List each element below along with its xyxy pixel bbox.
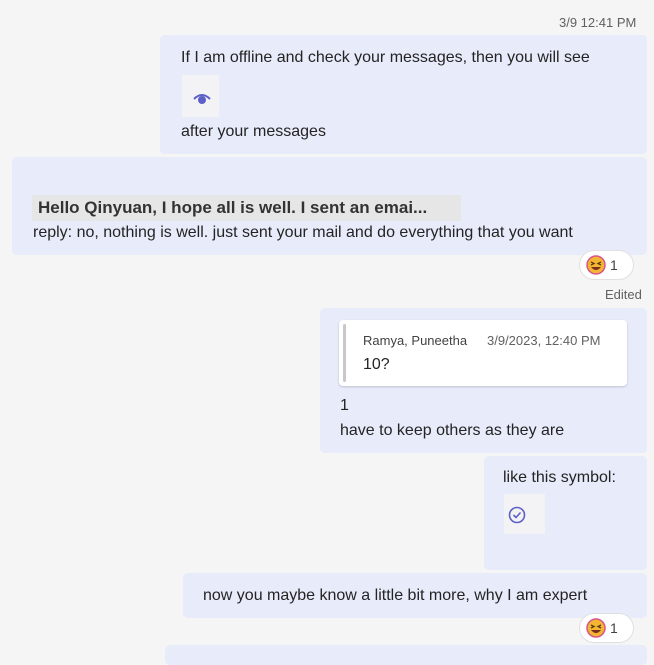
message-timestamp: 3/9 12:41 PM xyxy=(559,15,637,30)
message-text: after your messages xyxy=(181,123,326,140)
message-text: 1 xyxy=(340,397,349,414)
inline-image[interactable] xyxy=(182,75,219,117)
chat-message-bubble[interactable]: like this symbol: xyxy=(484,456,647,570)
quote-author: Ramya, Puneetha xyxy=(363,333,468,348)
chat-message-bubble[interactable]: Hello Qinyuan, I hope all is well. I sen… xyxy=(12,157,647,255)
pasted-screenshot-snippet: Hello Qinyuan, I hope all is well. I sen… xyxy=(32,195,461,221)
message-text: If I am offline and check your messages,… xyxy=(181,49,590,66)
inline-image[interactable] xyxy=(504,494,545,534)
quote-text: 10? xyxy=(363,356,390,373)
message-status: Edited xyxy=(605,287,642,302)
chat-message-bubble[interactable]: Ramya, Puneetha 3/9/2023, 12:40 PM 10? 1… xyxy=(320,308,647,453)
quoted-message[interactable]: Ramya, Puneetha 3/9/2023, 12:40 PM 10? xyxy=(339,320,627,386)
reaction-count: 1 xyxy=(610,257,618,273)
reaction-pill[interactable]: 1 xyxy=(579,250,634,280)
reaction-pill[interactable]: 1 xyxy=(579,613,634,643)
chat-message-bubble[interactable]: If I am offline and check your messages,… xyxy=(160,35,647,154)
laughing-emoji-icon xyxy=(586,618,606,638)
quote-bar xyxy=(343,324,346,382)
check-circle-icon xyxy=(508,506,526,524)
message-text: now you maybe know a little bit more, wh… xyxy=(203,587,588,604)
chat-message-bubble[interactable] xyxy=(165,645,647,665)
quote-timestamp: 3/9/2023, 12:40 PM xyxy=(487,333,601,348)
reaction-count: 1 xyxy=(610,620,618,636)
eye-icon xyxy=(193,94,211,104)
message-text: have to keep others as they are xyxy=(340,422,565,439)
message-text: like this symbol: xyxy=(503,469,616,486)
chat-message-bubble[interactable]: now you maybe know a little bit more, wh… xyxy=(183,573,647,618)
message-text: reply: no, nothing is well. just sent yo… xyxy=(33,224,573,241)
laughing-emoji-icon xyxy=(586,255,606,275)
